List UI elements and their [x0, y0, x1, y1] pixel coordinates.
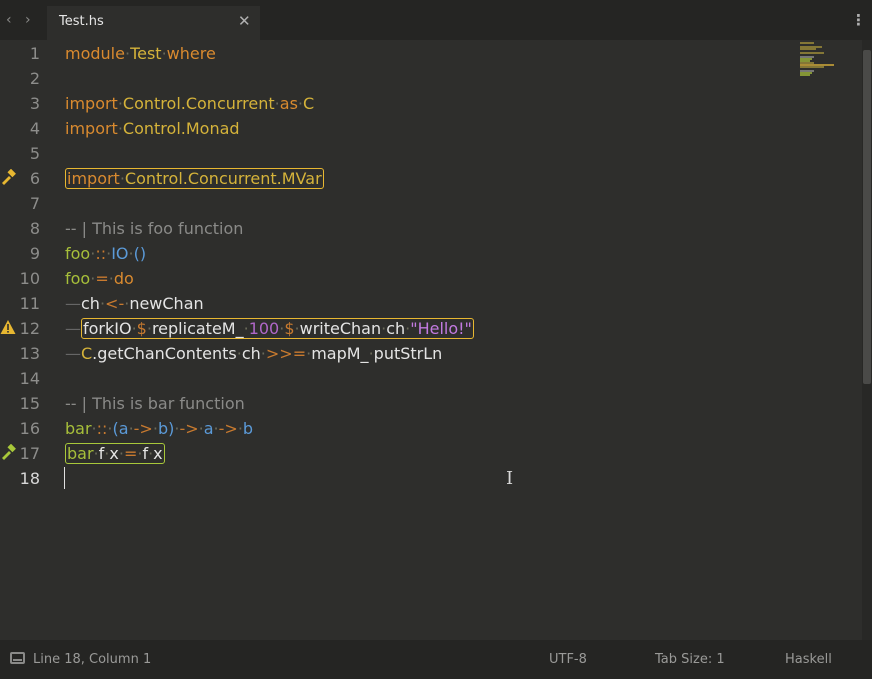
line-number: 12 [19, 319, 40, 338]
line-number: 17 [19, 444, 40, 463]
line-number: 16 [19, 419, 40, 438]
line-number: 9 [29, 244, 40, 263]
code-line-8[interactable]: -- | This is foo function [65, 216, 243, 241]
more-menu-icon[interactable]: ⋮ [851, 11, 866, 29]
line-number: 6 [29, 169, 40, 188]
line-number: 3 [29, 94, 40, 113]
code-line-4[interactable]: import·Control.Monad [65, 116, 240, 141]
line-number: 2 [29, 69, 40, 88]
code-line-15[interactable]: -- | This is bar function [65, 391, 245, 416]
warning-icon[interactable] [0, 319, 16, 337]
scrollbar-thumb[interactable] [863, 50, 871, 384]
code-line-9[interactable]: foo·::·IO·() [65, 241, 146, 266]
code-line-17[interactable]: bar·f·x·=·f·x [65, 441, 165, 466]
status-bar: Line 18, Column 1 UTF-8 Tab Size: 1 Hask… [0, 640, 872, 679]
file-tab-test-hs[interactable]: Test.hs ✕ [47, 6, 260, 40]
code-line-16[interactable]: bar·::·(a·->·b)·->·a·->·b [65, 416, 253, 441]
code-line-12[interactable]: — forkIO·$·replicateM_·100·$·writeChan·ch… [65, 316, 474, 341]
code-line-18[interactable] [0, 466, 800, 491]
line-number: 11 [19, 294, 40, 313]
back-arrow-icon[interactable]: ‹ [6, 12, 12, 28]
tab-title: Test.hs [59, 14, 104, 29]
warning-highlight: import·Control.Concurrent.MVar [65, 168, 324, 189]
line-number: 14 [19, 369, 40, 388]
line-number: 10 [19, 269, 40, 288]
text-caret [64, 467, 65, 489]
tab-bar: ‹ › Test.hs ✕ ⋮ [0, 0, 872, 40]
hammer-ok-icon[interactable] [0, 443, 16, 462]
code-line-3[interactable]: import·Control.Concurrent·as·C [65, 91, 314, 116]
vertical-scrollbar[interactable] [862, 40, 872, 640]
tab-size-selector[interactable]: Tab Size: 1 [655, 652, 725, 667]
hammer-warning-icon[interactable] [0, 168, 16, 187]
line-number: 7 [29, 194, 40, 213]
ibeam-cursor-icon: I [506, 468, 514, 489]
code-line-11[interactable]: —ch·<-·newChan [65, 291, 204, 316]
ok-highlight: bar·f·x·=·f·x [65, 443, 165, 464]
minimap[interactable] [800, 42, 840, 82]
line-number: 1 [29, 44, 40, 63]
line-number: 8 [29, 219, 40, 238]
forward-arrow-icon[interactable]: › [25, 12, 31, 28]
cursor-position[interactable]: Line 18, Column 1 [33, 652, 151, 667]
code-editor[interactable]: 1 2 3 4 5 6 7 8 9 10 11 12 13 14 15 16 1… [0, 40, 862, 640]
code-line-1[interactable]: module·Test·where [65, 41, 216, 66]
line-number: 4 [29, 119, 40, 138]
code-line-10[interactable]: foo·=·do [65, 266, 134, 291]
line-number: 15 [19, 394, 40, 413]
line-number: 13 [19, 344, 40, 363]
code-line-6[interactable]: import·Control.Concurrent.MVar [65, 166, 324, 191]
close-tab-icon[interactable]: ✕ [238, 12, 251, 30]
syntax-selector[interactable]: Haskell [785, 652, 832, 667]
panel-toggle-icon[interactable] [10, 652, 25, 664]
code-line-13[interactable]: —C.getChanContents·ch·>>=·mapM_·putStrLn [65, 341, 442, 366]
line-number: 5 [29, 144, 40, 163]
encoding-selector[interactable]: UTF-8 [549, 652, 587, 667]
warning-highlight: forkIO·$·replicateM_·100·$·writeChan·ch·… [81, 318, 474, 339]
